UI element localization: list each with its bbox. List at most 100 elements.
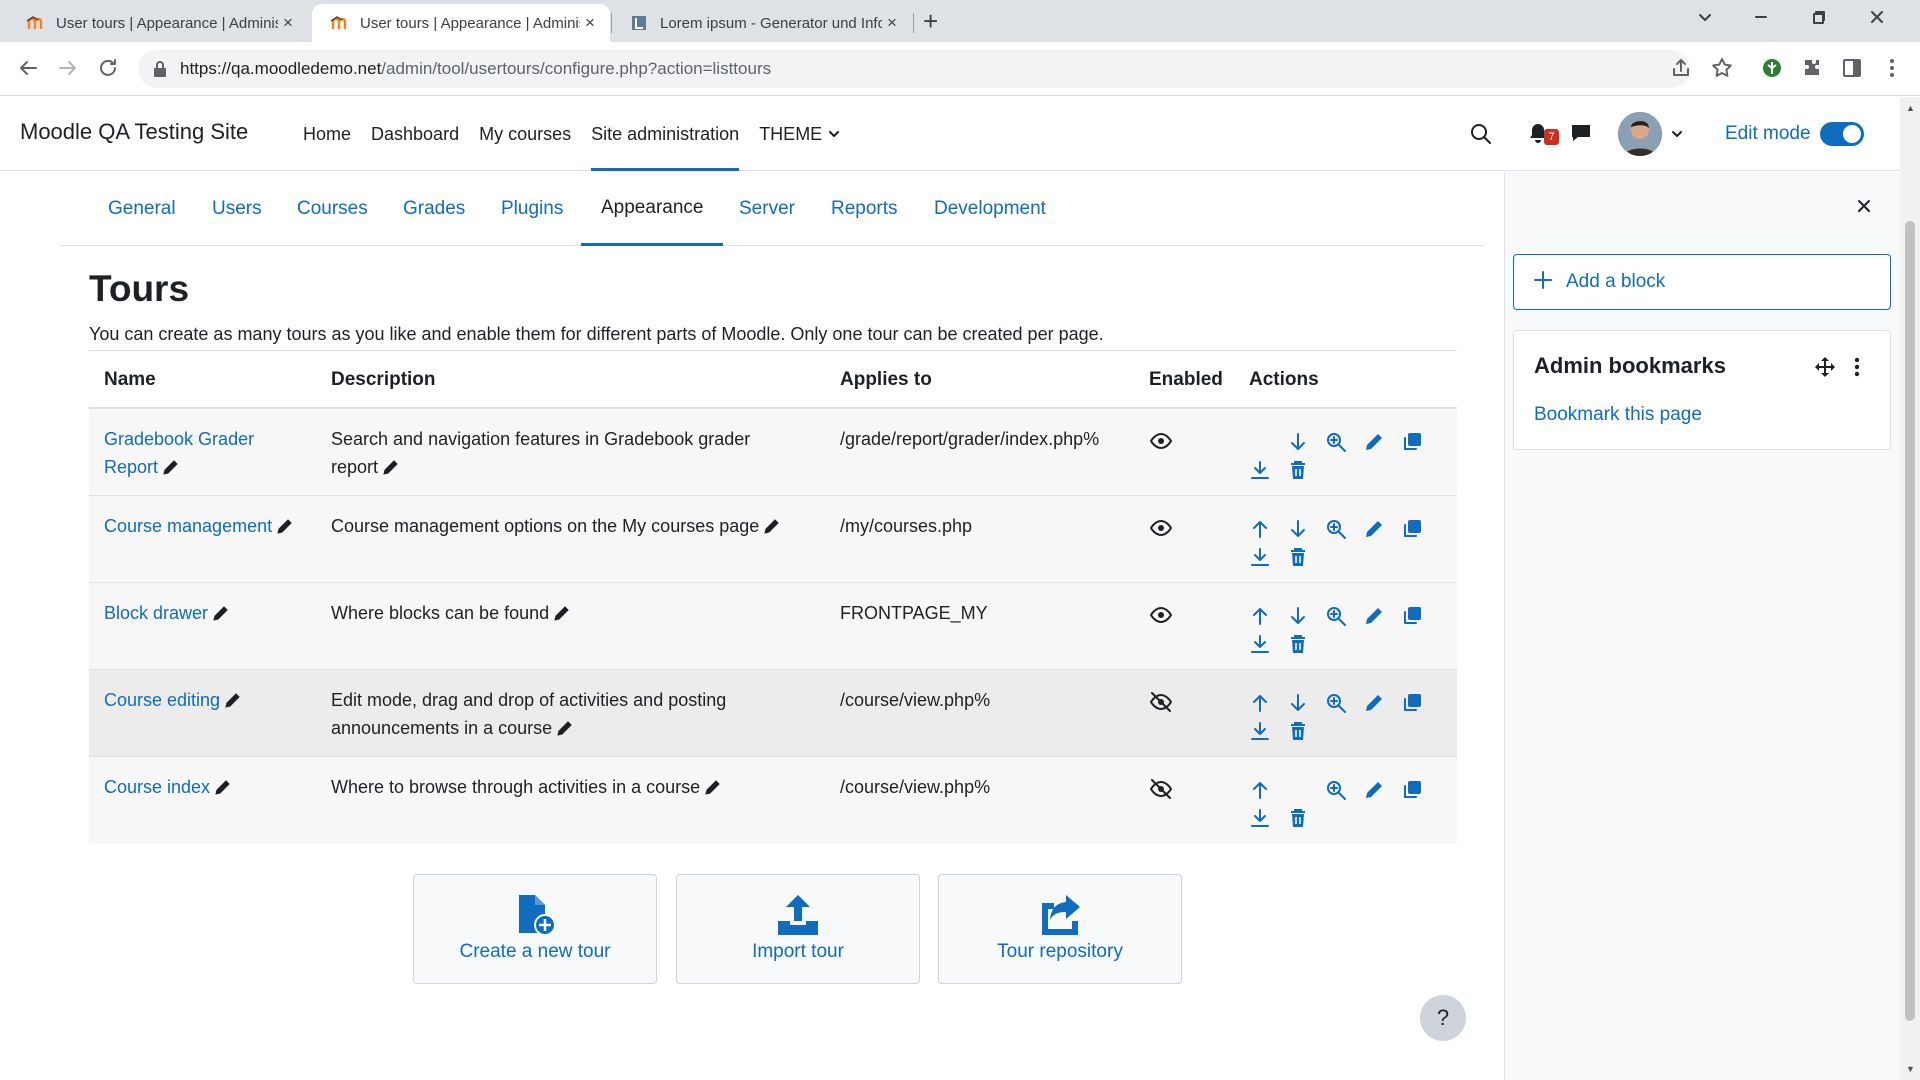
- help-button[interactable]: ?: [1420, 995, 1466, 1041]
- edit-pencil-icon[interactable]: [1363, 431, 1385, 453]
- pencil-icon[interactable]: [382, 458, 400, 476]
- tab-plugins[interactable]: Plugins: [481, 172, 583, 246]
- pencil-icon[interactable]: [212, 604, 230, 622]
- pencil-icon[interactable]: [214, 778, 232, 796]
- close-icon[interactable]: ×: [580, 13, 600, 33]
- extensions-puzzle-icon[interactable]: [1800, 56, 1824, 80]
- tour-name-link[interactable]: Block drawer: [104, 603, 208, 623]
- tab-grades[interactable]: Grades: [383, 172, 485, 246]
- pencil-icon[interactable]: [276, 517, 294, 535]
- delete-trash-icon[interactable]: [1287, 720, 1309, 742]
- add-block-button[interactable]: Add a block: [1513, 254, 1891, 310]
- magnify-icon[interactable]: [1325, 518, 1347, 540]
- close-icon[interactable]: ×: [882, 13, 902, 33]
- browser-tab-2[interactable]: User tours | Appearance | Administ ×: [312, 4, 610, 42]
- duplicate-icon[interactable]: [1401, 431, 1423, 453]
- delete-trash-icon[interactable]: [1287, 546, 1309, 568]
- page-scrollbar[interactable]: ▲ ▼: [1900, 97, 1920, 1080]
- eye-icon[interactable]: [1149, 603, 1173, 627]
- nav-home[interactable]: Home: [303, 97, 351, 171]
- reload-icon[interactable]: [96, 56, 120, 80]
- extension-shield-icon[interactable]: [1760, 56, 1784, 80]
- create-new-tour-button[interactable]: Create a new tour: [413, 874, 657, 984]
- download-icon[interactable]: [1249, 720, 1271, 742]
- tab-appearance[interactable]: Appearance: [581, 172, 724, 246]
- site-brand[interactable]: Moodle QA Testing Site: [20, 119, 248, 145]
- tour-name-link[interactable]: Course management: [104, 516, 272, 536]
- duplicate-icon[interactable]: [1401, 518, 1423, 540]
- download-icon[interactable]: [1249, 546, 1271, 568]
- browser-tab-1[interactable]: User tours | Appearance | Administ ×: [8, 4, 308, 42]
- tab-search-chevron-icon[interactable]: [1696, 8, 1742, 26]
- magnify-icon[interactable]: [1325, 605, 1347, 627]
- pencil-icon[interactable]: [162, 458, 180, 476]
- move-down-arrow-icon[interactable]: [1287, 605, 1309, 627]
- kebab-menu-icon[interactable]: [1852, 356, 1862, 378]
- move-down-arrow-icon[interactable]: [1287, 518, 1309, 540]
- move-up-arrow-icon[interactable]: [1249, 779, 1271, 801]
- delete-trash-icon[interactable]: [1287, 459, 1309, 481]
- minimize-button[interactable]: [1752, 8, 1798, 26]
- edit-pencil-icon[interactable]: [1363, 605, 1385, 627]
- tab-development[interactable]: Development: [914, 172, 1066, 246]
- download-icon[interactable]: [1249, 633, 1271, 655]
- eye-slash-icon[interactable]: [1149, 777, 1173, 801]
- window-close-button[interactable]: [1868, 8, 1914, 26]
- duplicate-icon[interactable]: [1401, 779, 1423, 801]
- tour-name-link[interactable]: Course index: [104, 777, 210, 797]
- download-icon[interactable]: [1249, 459, 1271, 481]
- scroll-down-arrow-icon[interactable]: ▼: [1906, 1064, 1915, 1074]
- pencil-icon[interactable]: [556, 719, 574, 737]
- tour-name-link[interactable]: Course editing: [104, 690, 220, 710]
- pencil-icon[interactable]: [704, 778, 722, 796]
- move-up-arrow-icon[interactable]: [1249, 518, 1271, 540]
- move-down-arrow-icon[interactable]: [1287, 431, 1309, 453]
- address-bar[interactable]: https://qa.moodledemo.net/admin/tool/use…: [138, 50, 1690, 88]
- new-tab-button[interactable]: +: [923, 8, 938, 34]
- edit-pencil-icon[interactable]: [1363, 692, 1385, 714]
- magnify-icon[interactable]: [1325, 692, 1347, 714]
- delete-trash-icon[interactable]: [1287, 807, 1309, 829]
- tab-reports[interactable]: Reports: [811, 172, 918, 246]
- tab-server[interactable]: Server: [719, 172, 815, 246]
- tab-general[interactable]: General: [88, 172, 196, 246]
- share-icon[interactable]: [1670, 56, 1694, 80]
- browser-tab-3[interactable]: Lorem ipsum - Generator und Info ×: [612, 4, 912, 42]
- nav-site-administration[interactable]: Site administration: [591, 97, 740, 171]
- import-tour-button[interactable]: Import tour: [676, 874, 920, 984]
- magnify-icon[interactable]: [1325, 779, 1347, 801]
- duplicate-icon[interactable]: [1401, 692, 1423, 714]
- move-up-arrow-icon[interactable]: [1249, 605, 1271, 627]
- browser-menu-kebab-icon[interactable]: [1880, 56, 1904, 80]
- edit-pencil-icon[interactable]: [1363, 518, 1385, 540]
- forward-arrow-icon[interactable]: [56, 56, 80, 80]
- scroll-up-arrow-icon[interactable]: ▲: [1906, 103, 1915, 113]
- move-down-arrow-icon[interactable]: [1287, 692, 1309, 714]
- duplicate-icon[interactable]: [1401, 605, 1423, 627]
- eye-icon[interactable]: [1149, 429, 1173, 453]
- magnify-icon[interactable]: [1325, 431, 1347, 453]
- eye-slash-icon[interactable]: [1149, 690, 1173, 714]
- tab-users[interactable]: Users: [192, 172, 282, 246]
- scrollbar-thumb[interactable]: [1905, 221, 1915, 1021]
- nav-my-courses[interactable]: My courses: [479, 97, 571, 171]
- download-icon[interactable]: [1249, 807, 1271, 829]
- pencil-icon[interactable]: [763, 517, 781, 535]
- bookmark-star-icon[interactable]: [1710, 56, 1734, 80]
- close-icon[interactable]: ×: [278, 13, 298, 33]
- back-arrow-icon[interactable]: [16, 56, 40, 80]
- pencil-icon[interactable]: [553, 604, 571, 622]
- delete-trash-icon[interactable]: [1287, 633, 1309, 655]
- bookmark-this-page-link[interactable]: Bookmark this page: [1534, 404, 1702, 426]
- move-up-arrow-icon[interactable]: [1249, 692, 1271, 714]
- restore-button[interactable]: [1810, 8, 1856, 26]
- move-arrows-icon[interactable]: [1814, 356, 1836, 378]
- nav-theme[interactable]: THEME: [759, 97, 840, 171]
- edit-pencil-icon[interactable]: [1363, 779, 1385, 801]
- avatar[interactable]: [1618, 112, 1662, 156]
- pencil-icon[interactable]: [224, 691, 242, 709]
- side-panel-icon[interactable]: [1840, 56, 1864, 80]
- eye-icon[interactable]: [1149, 516, 1173, 540]
- tab-courses[interactable]: Courses: [277, 172, 388, 246]
- tour-repository-button[interactable]: Tour repository: [938, 874, 1182, 984]
